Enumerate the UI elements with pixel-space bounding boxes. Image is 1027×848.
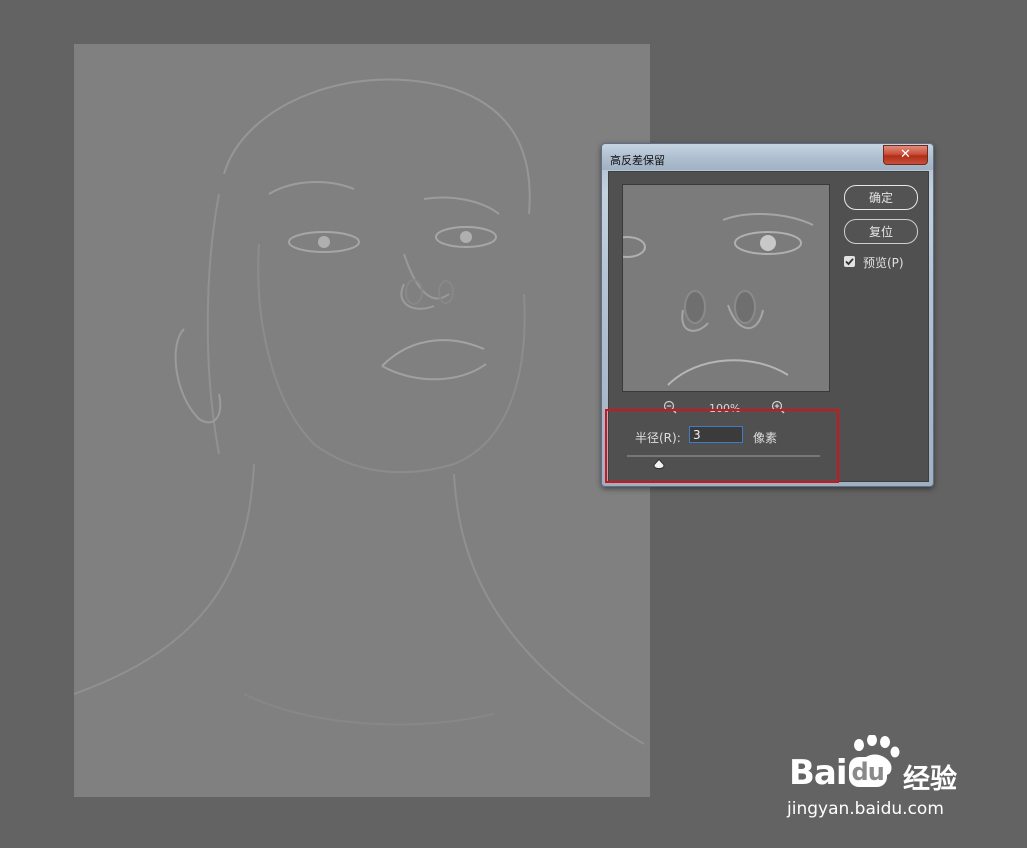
- photo-canvas[interactable]: [74, 44, 650, 797]
- watermark-url: jingyan.baidu.com: [787, 799, 944, 819]
- close-button[interactable]: ✕: [883, 145, 928, 165]
- watermark-product: 经验: [903, 764, 957, 795]
- highlight-annotation: [605, 409, 839, 483]
- dialog-title: 高反差保留: [610, 154, 665, 167]
- reset-button[interactable]: 复位: [844, 219, 918, 244]
- watermark: Bai du 经验 jingyan.baidu.com: [783, 735, 983, 830]
- filter-preview[interactable]: [622, 184, 830, 392]
- preview-label[interactable]: 预览(P): [863, 254, 904, 271]
- checkmark-icon: [845, 258, 854, 266]
- preview-checkbox[interactable]: [844, 256, 855, 267]
- ok-button[interactable]: 确定: [844, 185, 918, 210]
- dialog-titlebar[interactable]: 高反差保留 ✕: [602, 144, 933, 170]
- close-icon: ✕: [900, 147, 911, 162]
- watermark-brand: Bai du: [789, 753, 887, 793]
